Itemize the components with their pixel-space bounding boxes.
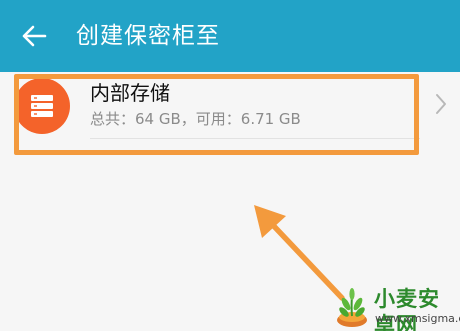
internal-storage-item[interactable]: 内部存储 总共：64 GB，可用：6.71 GB — [0, 72, 460, 152]
watermark-url: www.xmsigma.com — [375, 312, 460, 325]
app-bar: 创建保密柜至 — [0, 0, 460, 72]
storage-detail: 总共：64 GB，可用：6.71 GB — [90, 110, 301, 128]
wheat-logo-icon — [337, 288, 367, 327]
divider — [90, 138, 420, 139]
back-button[interactable] — [14, 18, 54, 54]
page-title: 创建保密柜至 — [76, 23, 220, 49]
storage-icon — [14, 78, 70, 134]
chevron-right-icon — [436, 94, 446, 114]
screen: 创建保密柜至 内部存储 总共：64 GB，可用：6.71 GB 小麦安卓网 ww… — [0, 0, 460, 331]
watermark: 小麦安卓网 www.xmsigma.com — [328, 284, 460, 331]
storage-name: 内部存储 — [90, 81, 170, 105]
arrow-left-icon — [22, 25, 47, 47]
